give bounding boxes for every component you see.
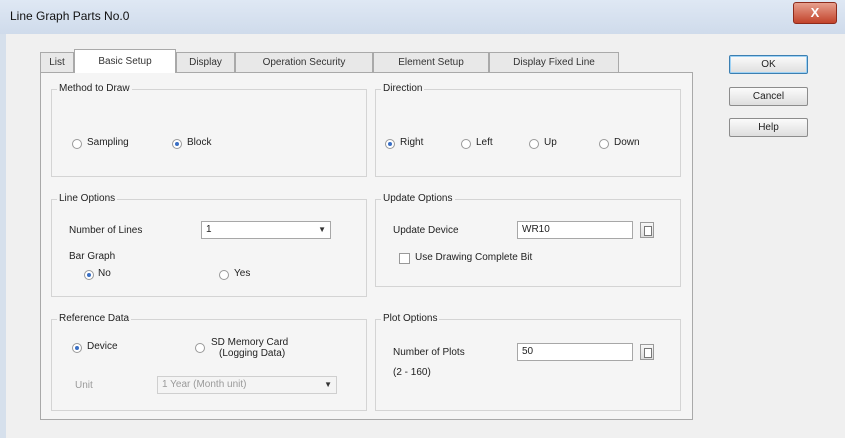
- radio-sampling[interactable]: [72, 139, 82, 149]
- plot-options-label: Plot Options: [381, 313, 440, 324]
- title-bar: Line Graph Parts No.0 X: [0, 0, 845, 35]
- number-of-lines-select[interactable]: 1 ▼: [201, 221, 331, 239]
- window-title: Line Graph Parts No.0: [10, 9, 130, 23]
- radio-bar-graph-yes[interactable]: [219, 270, 229, 280]
- radio-right[interactable]: [385, 139, 395, 149]
- help-button[interactable]: Help: [729, 118, 808, 137]
- radio-up-label: Up: [544, 137, 557, 148]
- radio-left-label: Left: [476, 137, 493, 148]
- number-of-lines-value: 1: [206, 224, 212, 235]
- tab-element-setup[interactable]: Element Setup: [373, 52, 489, 72]
- close-button[interactable]: X: [793, 2, 837, 24]
- basic-setup-panel: Method to Draw Sampling Block Direction …: [40, 72, 693, 420]
- unit-select[interactable]: 1 Year (Month unit) ▼: [157, 376, 337, 394]
- tab-display[interactable]: Display: [176, 52, 235, 72]
- tab-list[interactable]: List: [40, 52, 74, 72]
- radio-down-label: Down: [614, 137, 640, 148]
- tab-basic-setup[interactable]: Basic Setup: [74, 49, 176, 73]
- radio-sd-memory-card-sublabel: (Logging Data): [219, 348, 286, 359]
- update-options-group: [375, 199, 681, 287]
- radio-block-label: Block: [187, 137, 212, 148]
- direction-label: Direction: [381, 83, 425, 94]
- chevron-down-icon: ▼: [318, 225, 326, 234]
- reference-data-group: [51, 319, 367, 411]
- reference-data-label: Reference Data: [57, 313, 132, 324]
- radio-bar-graph-no-label: No: [98, 268, 111, 279]
- tab-operation-security[interactable]: Operation Security: [235, 52, 373, 72]
- radio-right-label: Right: [400, 137, 424, 148]
- cancel-button[interactable]: Cancel: [729, 87, 808, 106]
- update-device-label: Update Device: [393, 225, 459, 236]
- radio-sd-memory-card-label: SD Memory Card: [211, 337, 289, 348]
- radio-bar-graph-no[interactable]: [84, 270, 94, 280]
- update-options-label: Update Options: [381, 193, 455, 204]
- unit-label: Unit: [75, 380, 93, 391]
- direction-group: [375, 89, 681, 177]
- line-options-group: [51, 199, 367, 297]
- device-picker-icon[interactable]: [640, 222, 654, 238]
- radio-bar-graph-yes-label: Yes: [234, 268, 251, 279]
- method-to-draw-group: [51, 89, 367, 177]
- use-drawing-complete-bit-checkbox[interactable]: [399, 253, 410, 264]
- tab-display-fixed-line[interactable]: Display Fixed Line: [489, 52, 619, 72]
- plot-options-group: [375, 319, 681, 411]
- ok-button[interactable]: OK: [729, 55, 808, 74]
- number-of-plots-input[interactable]: 50: [517, 343, 633, 361]
- number-of-lines-label: Number of Lines: [69, 225, 143, 236]
- chevron-down-icon: ▼: [324, 380, 332, 389]
- radio-up[interactable]: [529, 139, 539, 149]
- radio-device[interactable]: [72, 343, 82, 353]
- radio-sd-memory-card[interactable]: [195, 343, 205, 353]
- line-options-label: Line Options: [57, 193, 118, 204]
- close-icon: X: [810, 5, 820, 20]
- radio-device-label: Device: [87, 341, 118, 352]
- radio-left[interactable]: [461, 139, 471, 149]
- radio-block[interactable]: [172, 139, 182, 149]
- radio-sampling-label: Sampling: [87, 137, 129, 148]
- unit-value: 1 Year (Month unit): [162, 379, 247, 390]
- plots-picker-icon[interactable]: [640, 344, 654, 360]
- update-device-input[interactable]: WR10: [517, 221, 633, 239]
- method-to-draw-label: Method to Draw: [57, 83, 132, 94]
- radio-down[interactable]: [599, 139, 609, 149]
- bar-graph-label: Bar Graph: [69, 251, 116, 262]
- plots-range-hint: (2 - 160): [393, 367, 431, 378]
- number-of-plots-label: Number of Plots: [393, 347, 465, 358]
- use-drawing-complete-bit-label: Use Drawing Complete Bit: [415, 252, 533, 263]
